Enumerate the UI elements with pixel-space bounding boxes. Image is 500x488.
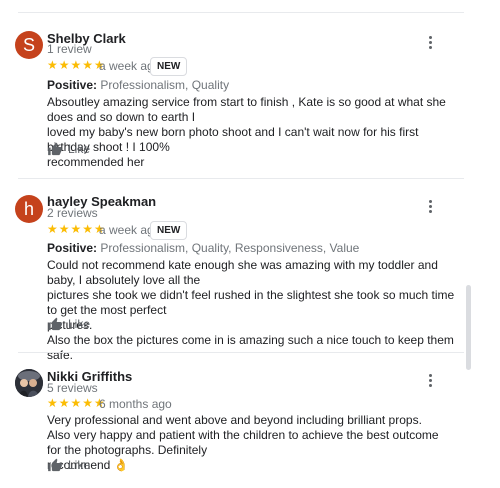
review-text-line: recommend 👌 [47,458,129,472]
review-text-line: recommended her [47,155,145,169]
review-text-line: Also very happy and patient with the chi… [47,428,439,457]
more-options-icon[interactable] [424,200,436,216]
like-button[interactable]: Like [47,315,90,333]
review-count: 5 reviews [47,381,98,395]
new-badge: NEW [150,221,188,240]
like-button[interactable]: Like [47,456,90,474]
divider [18,178,464,179]
positive-attributes: Positive: Professionalism, Quality, Resp… [47,241,359,255]
scrollbar-thumb[interactable] [466,285,471,370]
like-label: Like [68,317,91,331]
star-rating: ★★★★★ [47,396,106,410]
thumbs-up-icon [48,458,62,471]
review-text-line: loved my baby's new born photo shoot and… [47,125,419,154]
more-options-icon[interactable] [424,374,436,390]
star-rating: ★★★★★ [47,222,106,236]
review-text-line: pictures. [47,318,93,332]
avatar[interactable]: h [15,195,43,223]
more-options-icon[interactable] [424,36,436,52]
like-label: Like [68,458,91,472]
profile-photo [15,369,43,397]
positive-label: Positive: [47,78,98,92]
positive-values: Professionalism, Quality, Responsiveness… [97,241,360,255]
review-count: 1 review [47,42,92,56]
review-text: Could not recommend kate enough she was … [47,258,455,363]
divider [18,352,464,353]
like-label: Like [68,142,91,156]
review-count: 2 reviews [47,206,98,220]
review-text: Very professional and went above and bey… [47,413,455,473]
positive-attributes: Positive: Professionalism, Quality [47,78,229,92]
review-text-line: Absoutley amazing service from start to … [47,95,446,124]
star-rating: ★★★★★ [47,58,106,72]
divider [18,12,464,13]
review-text: Absoutley amazing service from start to … [47,95,455,170]
positive-values: Professionalism, Quality [97,78,230,92]
like-button[interactable]: Like [47,140,90,158]
review-time: 6 months ago [99,397,172,411]
positive-label: Positive: [47,241,98,255]
review-text-line: Also the box the pictures come in is ama… [47,333,454,362]
review-text-line: Very professional and went above and bey… [47,413,422,427]
avatar[interactable] [15,369,43,397]
thumbs-up-icon [48,317,62,330]
thumbs-up-icon [48,142,62,155]
new-badge: NEW [150,57,188,76]
avatar[interactable]: S [15,31,43,59]
review-text-line: pictures she took we didn't feel rushed … [47,288,455,317]
review-text-line: Could not recommend kate enough she was … [47,258,438,287]
